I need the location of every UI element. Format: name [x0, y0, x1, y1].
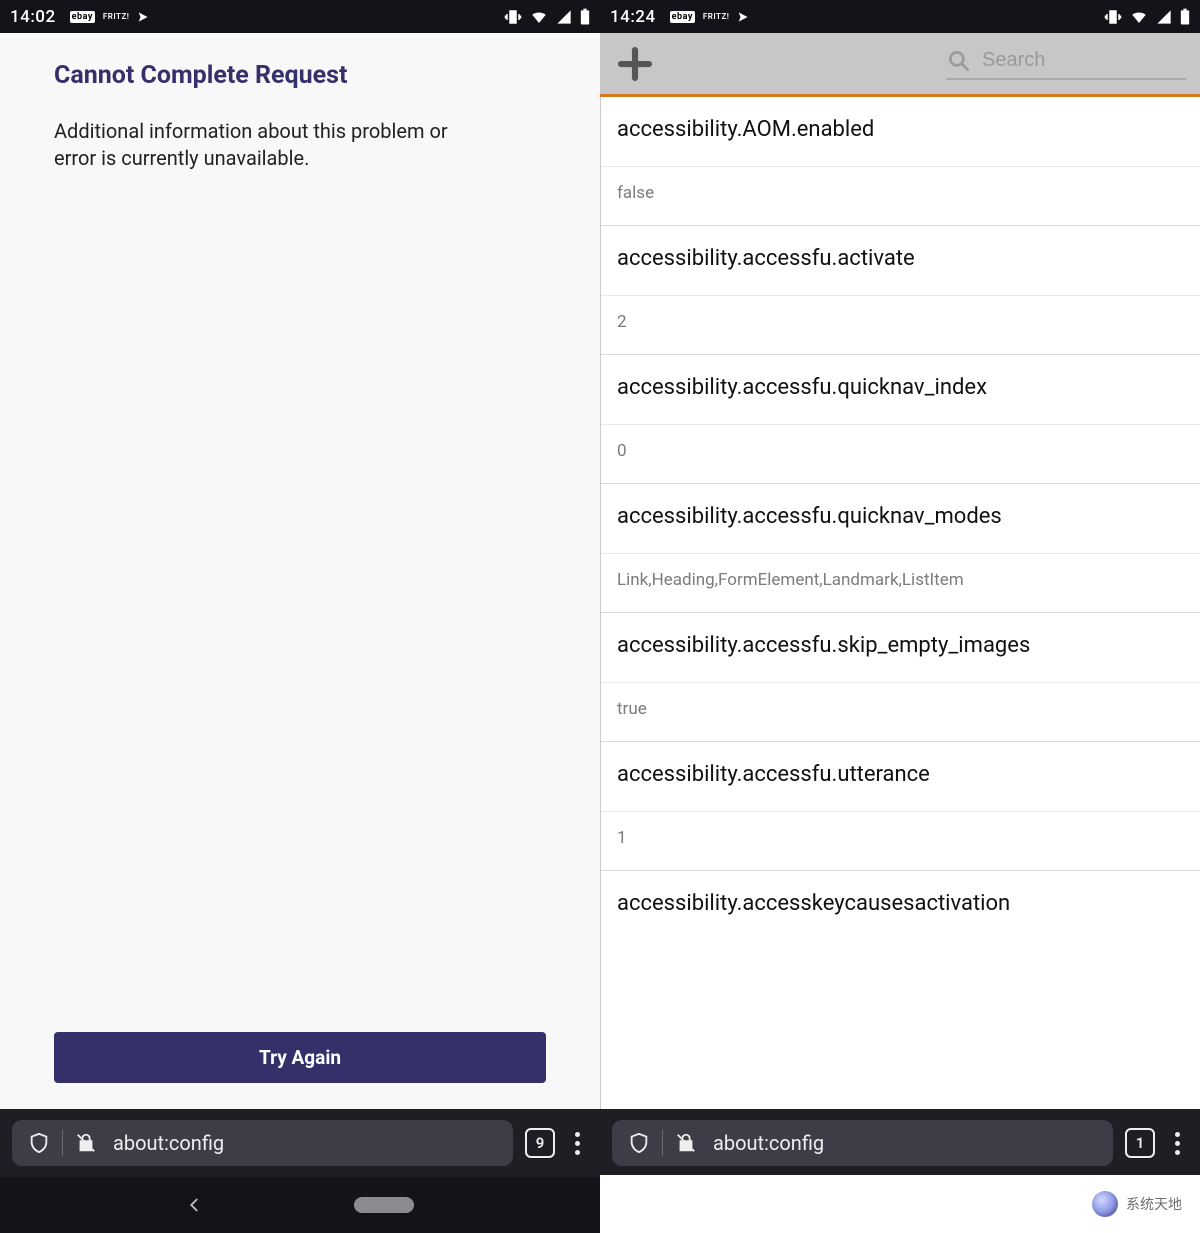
tab-count-value: 9: [536, 1134, 545, 1152]
search-field[interactable]: [946, 48, 1186, 80]
url-bar[interactable]: about:config: [12, 1120, 513, 1166]
wifi-icon: [530, 8, 548, 26]
search-input[interactable]: [982, 49, 1186, 72]
nav-home-pill[interactable]: [354, 1197, 414, 1213]
tab-counter[interactable]: 1: [1125, 1128, 1155, 1158]
search-icon: [946, 48, 972, 74]
error-page: Cannot Complete Request Additional infor…: [0, 33, 600, 1109]
watermark: 系统天地: [600, 1175, 1200, 1233]
signal-icon: [556, 9, 572, 25]
browser-bottom-bar: about:config 9: [0, 1109, 600, 1177]
shield-icon[interactable]: [628, 1132, 650, 1154]
pref-value[interactable]: true: [601, 682, 1200, 741]
error-title: Cannot Complete Request: [54, 61, 546, 90]
vibrate-icon: [1104, 8, 1122, 26]
nav-back-icon[interactable]: [186, 1196, 204, 1214]
lock-off-icon[interactable]: [675, 1132, 697, 1154]
shield-icon[interactable]: [28, 1132, 50, 1154]
url-text: about:config: [113, 1131, 224, 1155]
status-time: 14:02: [10, 7, 56, 27]
fritz-icon: FRITZ!: [703, 12, 730, 21]
try-again-button[interactable]: Try Again: [54, 1032, 546, 1083]
pref-value[interactable]: 1: [601, 811, 1200, 870]
battery-icon: [580, 8, 590, 26]
menu-icon[interactable]: [567, 1132, 588, 1155]
android-nav-bar: [0, 1177, 600, 1233]
pref-key[interactable]: accessibility.accessfu.utterance: [601, 741, 1200, 811]
app-icon: [137, 10, 151, 24]
lock-off-icon[interactable]: [75, 1132, 97, 1154]
watermark-logo-icon: [1092, 1191, 1118, 1217]
pref-list[interactable]: accessibility.AOM.enabled false accessib…: [600, 97, 1200, 1109]
signal-icon: [1156, 9, 1172, 25]
fritz-icon: FRITZ!: [103, 12, 130, 21]
status-time: 14:24: [610, 7, 656, 27]
pref-key[interactable]: accessibility.accessfu.skip_empty_images: [601, 612, 1200, 682]
pref-value[interactable]: 0: [601, 424, 1200, 483]
error-body: Additional information about this proble…: [54, 118, 484, 172]
pref-key[interactable]: accessibility.AOM.enabled: [601, 97, 1200, 166]
vibrate-icon: [504, 8, 522, 26]
wifi-icon: [1130, 8, 1148, 26]
pref-key[interactable]: accessibility.accessfu.quicknav_modes: [601, 483, 1200, 553]
url-divider: [662, 1130, 663, 1156]
config-toolbar: [600, 33, 1200, 97]
pref-value[interactable]: Link,Heading,FormElement,Landmark,ListIt…: [601, 553, 1200, 612]
watermark-text: 系统天地: [1126, 1194, 1182, 1214]
status-bar: 14:02 ebay FRITZ!: [0, 0, 600, 33]
menu-icon[interactable]: [1167, 1132, 1188, 1155]
status-bar: 14:24 ebay FRITZ!: [600, 0, 1200, 33]
tab-counter[interactable]: 9: [525, 1128, 555, 1158]
pref-value[interactable]: false: [601, 166, 1200, 225]
url-divider: [62, 1130, 63, 1156]
browser-bottom-bar: about:config 1: [600, 1109, 1200, 1177]
ebay-icon: ebay: [70, 11, 95, 23]
ebay-icon: ebay: [670, 11, 695, 23]
url-text: about:config: [713, 1131, 824, 1155]
tab-count-value: 1: [1136, 1134, 1145, 1152]
pref-key[interactable]: accessibility.accessfu.activate: [601, 225, 1200, 295]
app-icon: [737, 10, 751, 24]
pref-key[interactable]: accessibility.accesskeycausesactivation: [601, 870, 1200, 940]
add-pref-button[interactable]: [614, 43, 656, 85]
battery-icon: [1180, 8, 1190, 26]
pref-key[interactable]: accessibility.accessfu.quicknav_index: [601, 354, 1200, 424]
pref-value[interactable]: 2: [601, 295, 1200, 354]
url-bar[interactable]: about:config: [612, 1120, 1113, 1166]
